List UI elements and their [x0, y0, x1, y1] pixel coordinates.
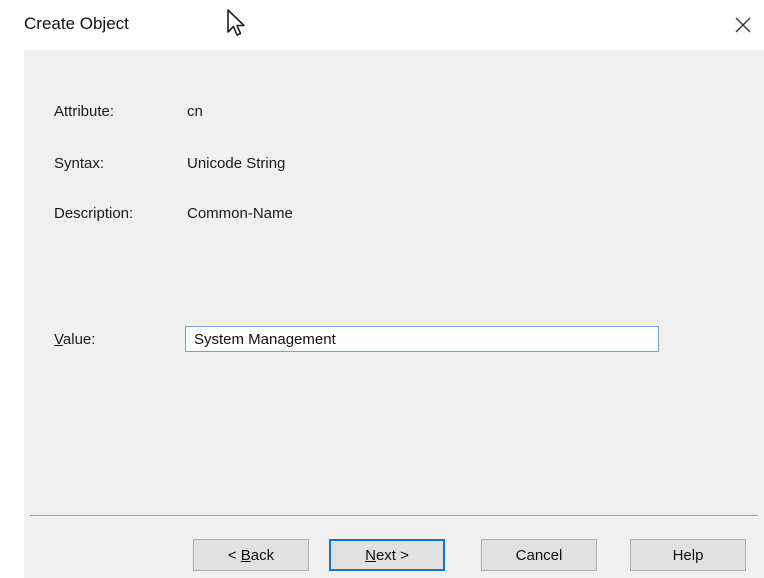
close-icon	[735, 17, 751, 33]
value-label: Value:	[54, 331, 96, 348]
cancel-button[interactable]: Cancel	[481, 539, 597, 571]
attribute-label: Attribute:	[54, 103, 115, 120]
value-label-mnemonic: V	[54, 331, 63, 348]
syntax-label: Syntax:	[54, 155, 105, 172]
next-button[interactable]: Next >	[329, 539, 445, 571]
divider	[30, 515, 758, 517]
create-object-dialog: Create Object Attribute: cn Syntax: Unic…	[0, 0, 764, 578]
value-input[interactable]	[185, 326, 659, 352]
close-button[interactable]	[728, 10, 758, 40]
help-button[interactable]: Help	[630, 539, 746, 571]
dialog-content: Attribute: cn Syntax: Unicode String Des…	[24, 50, 764, 578]
description-label: Description:	[54, 205, 134, 222]
dialog-title: Create Object	[24, 14, 129, 33]
back-button[interactable]: < Back	[193, 539, 309, 571]
mouse-pointer-icon	[227, 9, 245, 36]
description-value: Common-Name	[187, 205, 293, 222]
title-bar: Create Object	[0, 0, 764, 50]
syntax-value: Unicode String	[187, 155, 286, 172]
attribute-value: cn	[187, 103, 203, 120]
